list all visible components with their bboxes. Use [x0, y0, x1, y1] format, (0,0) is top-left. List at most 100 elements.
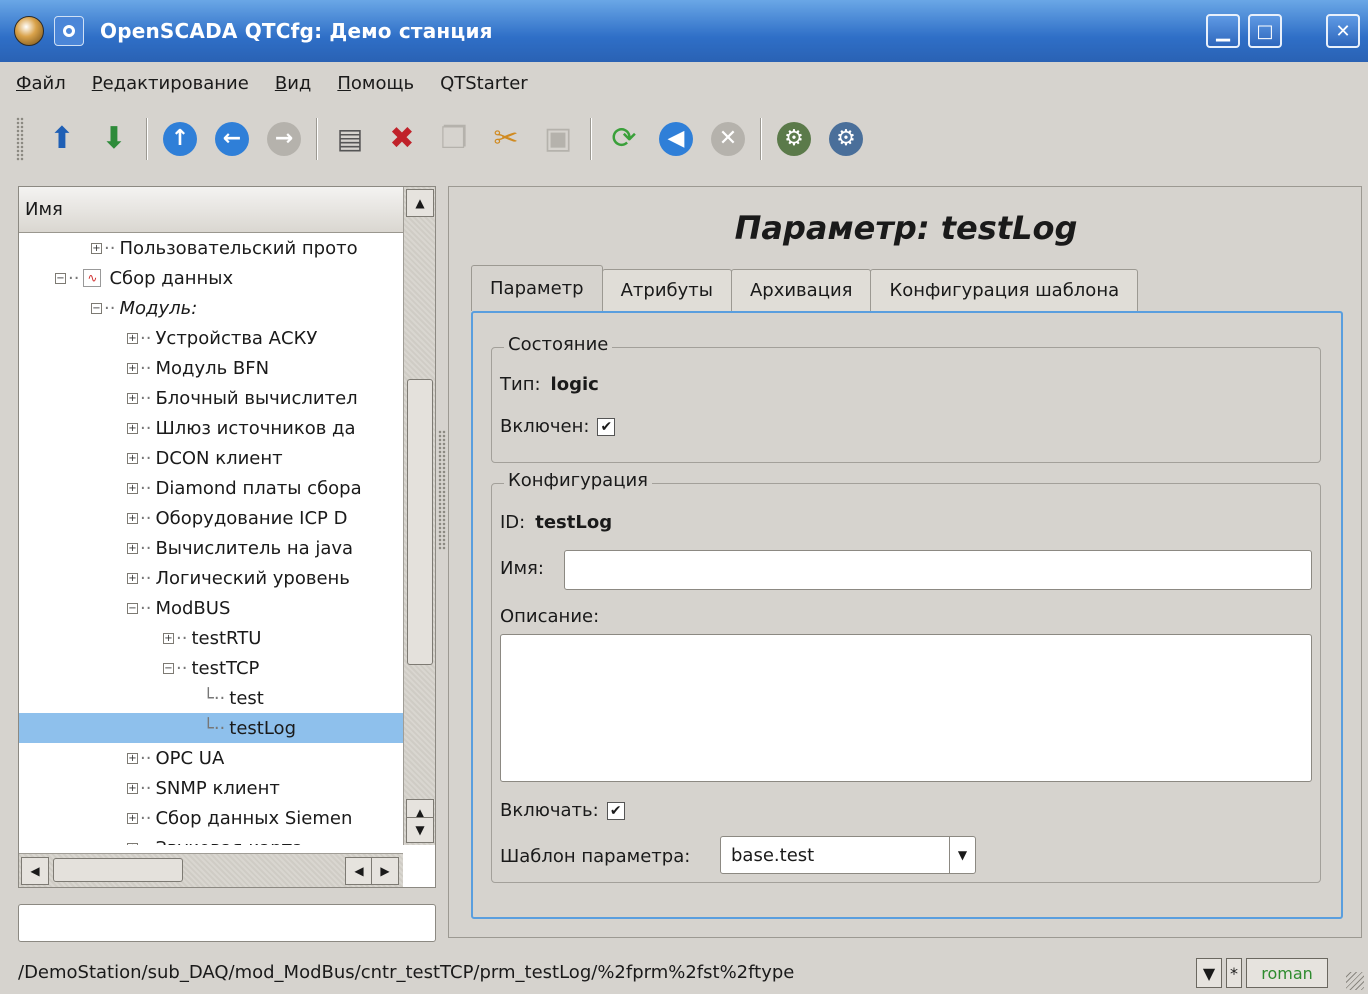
expand-icon[interactable]: + [127, 572, 138, 584]
scroll-right-icon[interactable]: ▶ [371, 857, 399, 885]
expand-icon[interactable]: + [127, 362, 138, 374]
tree-item[interactable]: + ·· Логический уровень [19, 563, 403, 593]
tree-item-label: Логический уровень [155, 567, 350, 589]
tree-item[interactable]: + ·· testRTU [19, 623, 403, 653]
menu-item-0[interactable]: Файл [16, 73, 66, 94]
tree-item[interactable]: − ·· ModBUS [19, 593, 403, 623]
tree-item[interactable]: + ·· Модуль BFN [19, 353, 403, 383]
menu-item-3[interactable]: Помощь [337, 73, 414, 94]
template-select[interactable]: base.test ▼ [720, 836, 976, 874]
tree-item-label: Звуковая карта [155, 838, 303, 846]
menu-item-1[interactable]: Редактирование [92, 73, 249, 94]
expand-icon[interactable]: + [127, 542, 138, 554]
name-input[interactable] [564, 550, 1312, 590]
expand-icon[interactable]: + [127, 812, 138, 824]
enable-checkbox[interactable]: ✔ [606, 801, 625, 820]
tree-item[interactable]: − ·· ∿ Сбор данных [19, 263, 403, 293]
tree-item[interactable]: + ·· SNMP клиент [19, 773, 403, 803]
user-indicator[interactable]: roman [1246, 958, 1328, 988]
expand-icon[interactable]: + [127, 752, 138, 764]
up-icon[interactable]: ↑ [158, 117, 202, 161]
toolbar: ⬆ ⬇ ↑ ← → ▤ ✖ ❐ ✂ ▣ ⟳ ◀ ✕ ⚙ ⚙ [0, 104, 1368, 174]
forward-icon[interactable]: → [262, 117, 306, 161]
expand-icon[interactable]: + [91, 242, 102, 254]
window-menu-button[interactable] [54, 16, 84, 46]
tree-item[interactable]: + ·· Diamond платы сбора [19, 473, 403, 503]
collapse-icon[interactable]: − [163, 662, 174, 674]
chevron-down-icon[interactable]: ▼ [949, 837, 975, 873]
refresh-icon[interactable]: ⟳ [602, 117, 646, 161]
tree-item-label: Шлюз источников да [155, 417, 356, 439]
add-item-icon[interactable]: ▤ [328, 117, 372, 161]
tree-item[interactable]: + ·· Оборудование ICP D [19, 503, 403, 533]
stop-icon[interactable]: ✕ [706, 117, 750, 161]
expand-icon[interactable]: + [127, 782, 138, 794]
minimize-button[interactable]: ▁ [1206, 14, 1240, 48]
db-save-icon[interactable]: ⬇ [92, 117, 136, 161]
tree-item[interactable]: + ·· Пользовательский прото [19, 233, 403, 263]
close-button[interactable]: ✕ [1326, 14, 1360, 48]
h-scroll-thumb[interactable] [53, 858, 183, 882]
tree-item[interactable]: − ·· Модуль: [19, 293, 403, 323]
panel-splitter[interactable] [438, 430, 446, 550]
paste-icon[interactable]: ▣ [536, 117, 580, 161]
tree-item[interactable]: + ·· Блочный вычислител [19, 383, 403, 413]
tree-item[interactable]: +··Звуковая карта [19, 833, 403, 845]
tree-item-label: testRTU [191, 627, 262, 649]
tree-item[interactable]: + ·· Шлюз источников да [19, 413, 403, 443]
collapse-icon[interactable]: − [55, 272, 66, 284]
tree-item[interactable]: └·· testLog [19, 713, 403, 743]
tree-column-header[interactable]: Имя [19, 187, 403, 233]
tab-attributes[interactable]: Атрибуты [601, 269, 732, 311]
tree-filter-input[interactable] [18, 904, 436, 942]
enabled-field: Включен: ✔ [500, 416, 616, 437]
size-grip[interactable] [1346, 972, 1364, 990]
station-config-icon[interactable]: ⚙ [824, 117, 868, 161]
station-icon[interactable]: ⚙ [772, 117, 816, 161]
db-load-icon[interactable]: ⬆ [40, 117, 84, 161]
expand-icon[interactable]: + [127, 452, 138, 464]
tree-item[interactable]: + ·· DCON клиент [19, 443, 403, 473]
tree-item[interactable]: └·· test [19, 683, 403, 713]
collapse-icon[interactable]: − [91, 302, 102, 314]
copy-icon[interactable]: ❐ [432, 117, 476, 161]
status-dropdown-icon[interactable]: ▼ [1196, 958, 1222, 988]
config-group-title: Конфигурация [504, 470, 652, 491]
tree-item[interactable]: + ·· Вычислитель на java [19, 533, 403, 563]
menu-item-2[interactable]: Вид [275, 73, 312, 94]
expand-icon[interactable]: + [127, 392, 138, 404]
back-icon[interactable]: ← [210, 117, 254, 161]
scroll-up-icon[interactable]: ▲ [406, 189, 434, 217]
tree-item[interactable]: − ·· testTCP [19, 653, 403, 683]
collapse-icon[interactable]: − [127, 602, 138, 614]
tab-parameter[interactable]: Параметр [471, 265, 603, 311]
tree-item[interactable]: + ·· OPC UA [19, 743, 403, 773]
tree-vertical-scrollbar[interactable]: ▲ ▲ ▼ [403, 187, 435, 845]
menu-item-4[interactable]: QTStarter [440, 73, 528, 94]
app-icon [14, 16, 44, 46]
tree-item[interactable]: + ·· Сбор данных Siemen [19, 803, 403, 833]
tab-template-config[interactable]: Конфигурация шаблона [870, 269, 1139, 311]
maximize-button[interactable]: □ [1248, 14, 1282, 48]
expand-icon[interactable]: + [127, 842, 138, 845]
tab-archiving[interactable]: Архивация [730, 269, 872, 311]
tree-item-label: Пользовательский прото [119, 237, 358, 259]
delete-item-icon[interactable]: ✖ [380, 117, 424, 161]
scroll-left-icon[interactable]: ◀ [21, 857, 49, 885]
expand-icon[interactable]: + [127, 332, 138, 344]
tree-item[interactable]: + ·· Устройства АСКУ [19, 323, 403, 353]
tree-horizontal-scrollbar[interactable]: ◀ ◀ ▶ [19, 853, 403, 887]
expand-icon[interactable]: + [127, 422, 138, 434]
expand-icon[interactable]: + [127, 482, 138, 494]
expand-icon[interactable]: + [163, 632, 174, 644]
scroll-thumb[interactable] [407, 379, 433, 665]
start-icon[interactable]: ◀ [654, 117, 698, 161]
description-textarea[interactable] [500, 634, 1312, 782]
expand-icon[interactable]: + [127, 512, 138, 524]
enabled-checkbox[interactable]: ✔ [597, 417, 616, 436]
scroll-down-icon[interactable]: ▼ [406, 817, 434, 843]
scroll-left-icon[interactable]: ◀ [345, 857, 373, 885]
toolbar-grip[interactable] [16, 117, 24, 161]
cut-icon[interactable]: ✂ [484, 117, 528, 161]
navigation-tree[interactable]: Имя + ·· Пользовательский прото − ·· ∿ Сбор да… [18, 186, 436, 888]
